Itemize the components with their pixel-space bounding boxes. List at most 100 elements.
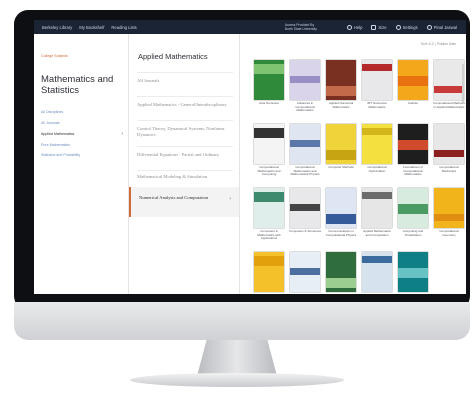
journal-title[interactable]: Computers & Structures: [289, 229, 321, 234]
journal-title[interactable]: Calcolo: [397, 101, 429, 106]
journal-cover-image[interactable]: [398, 60, 428, 100]
journal-cover-image[interactable]: [254, 252, 284, 292]
divider: [137, 96, 233, 97]
journal-grid-panel: Sort: A-Z | Publish Date Acta Numerica Ad…: [240, 34, 466, 294]
journal-card[interactable]: International Journal of Numerical Metho…: [398, 252, 428, 294]
journal-title[interactable]: Acta Numerica: [253, 101, 285, 106]
divider: [137, 170, 233, 171]
sidebar-link-all-disciplines[interactable]: All Disciplines: [41, 110, 63, 114]
size-label: Size: [378, 24, 387, 30]
journal-cover-image[interactable]: [290, 252, 320, 292]
journal-title[interactable]: Computational Geometry: [433, 229, 465, 237]
journal-card[interactable]: Computational Mechanics: [434, 124, 464, 184]
journal-card[interactable]: Computational Optimization: [362, 124, 392, 184]
journal-card[interactable]: Applied Mathematics and Computation: [362, 188, 392, 248]
category-item[interactable]: Control Theory, Dynamical Systems, Nonli…: [137, 126, 229, 138]
journal-title[interactable]: Advances in Computational Mathematics: [289, 101, 321, 113]
sidebar-link-statistics[interactable]: Statistics and Probability: [41, 153, 80, 157]
journal-cover-image[interactable]: [434, 124, 464, 164]
journal-cover-image[interactable]: [254, 188, 284, 228]
divider: [137, 120, 233, 121]
journal-cover-image[interactable]: [326, 188, 356, 228]
journal-cover-image[interactable]: [290, 60, 320, 100]
journal-cover-image[interactable]: [434, 188, 464, 228]
journal-card[interactable]: Computational Geometry: [434, 188, 464, 248]
journal-title[interactable]: Computational Optimization: [361, 165, 393, 173]
journal-cover-image[interactable]: [326, 60, 356, 100]
journal-card[interactable]: Computational Mathematics and Mathematic…: [290, 124, 320, 184]
journal-card[interactable]: BIT Numerical Mathematics: [362, 60, 392, 120]
nav-link-bookshelf[interactable]: My Bookshelf: [79, 25, 104, 30]
journal-card[interactable]: International Journal of Computer Mathem…: [362, 252, 392, 294]
journal-card[interactable]: Computing and Visualization: [398, 188, 428, 248]
journal-cover-image[interactable]: [254, 124, 284, 164]
journal-card[interactable]: Computer Methods: [326, 124, 356, 184]
journal-card[interactable]: Computers & Structures: [289, 188, 321, 248]
journal-title[interactable]: Computing and Visualization: [397, 229, 429, 237]
breadcrumb[interactable]: College Subjects: [41, 54, 68, 58]
journal-card[interactable]: Computers & Mathematics with Application…: [254, 188, 284, 248]
chevron-right-icon: ›: [229, 196, 231, 202]
journal-card[interactable]: Computational Methods in Applied Mathema…: [433, 60, 465, 120]
sidebar-item-label: Applied Mathematics: [41, 132, 75, 136]
journal-title[interactable]: Communications in Computational Physics: [325, 229, 357, 237]
journal-title[interactable]: Computational Mathematics and Computing: [253, 165, 285, 177]
journal-title[interactable]: Applied Numerical Mathematics: [325, 101, 357, 109]
category-column: Applied Mathematics All Journals Applied…: [129, 34, 240, 294]
journal-card[interactable]: Finite Fields and Their Applications: [290, 252, 320, 294]
journal-cover-image[interactable]: [362, 252, 392, 292]
account-button[interactable]: Pinal Jaswal: [426, 24, 457, 30]
journal-title[interactable]: Computational Methods in Applied Mathema…: [433, 101, 465, 109]
journal-grid: Acta Numerica Advances in Computational M…: [254, 60, 465, 294]
nav-link-library[interactable]: Berkeley Library: [42, 25, 72, 30]
cover-accent: [434, 150, 464, 157]
settings-button[interactable]: Settings: [395, 24, 418, 30]
journal-card[interactable]: Mathematics of Computation: [326, 252, 356, 294]
journal-cover-image[interactable]: [326, 124, 356, 164]
journal-card[interactable]: Communications in Computational Physics: [326, 188, 356, 248]
journal-card[interactable]: Foundations of Computational Mathematics: [398, 124, 428, 184]
cover-accent: [362, 256, 392, 263]
journal-card[interactable]: Computational Mathematics and Computing: [254, 124, 284, 184]
journal-cover-image[interactable]: [398, 188, 428, 228]
category-item[interactable]: All Journals: [137, 78, 229, 84]
journal-cover-image[interactable]: [398, 124, 428, 164]
journal-card[interactable]: Acta Numerica: [254, 60, 284, 120]
journal-cover-image[interactable]: [254, 60, 284, 100]
sidebar-link-all-journals[interactable]: All Journals: [41, 121, 60, 125]
journal-cover-image[interactable]: [434, 60, 464, 100]
journal-card[interactable]: Numerische Mathematik: [254, 252, 284, 294]
journal-cover-image[interactable]: [290, 188, 320, 228]
journal-title[interactable]: Computational Mechanics: [433, 165, 465, 173]
journal-card[interactable]: Advances in Computational Mathematics: [290, 60, 320, 120]
journal-cover-image[interactable]: [362, 60, 392, 100]
cover-accent: [434, 214, 464, 221]
category-item-active[interactable]: Numerical Analysis and Computation ›: [129, 187, 239, 217]
sidebar-link-pure-mathematics[interactable]: Pure Mathematics: [41, 143, 70, 147]
journal-title[interactable]: Computer Methods: [325, 165, 357, 170]
sort-control[interactable]: Sort: A-Z | Publish Date: [421, 42, 456, 46]
journal-title[interactable]: Applied Mathematics and Computation: [361, 229, 393, 237]
category-item[interactable]: Applied Mathematics - General/Interdisci…: [137, 102, 229, 108]
divider: [137, 72, 233, 73]
journal-title[interactable]: Computational Mathematics and Mathematic…: [289, 165, 321, 177]
sidebar-item-applied-mathematics[interactable]: Applied Mathematics ›: [41, 131, 123, 137]
journal-cover-image[interactable]: [398, 252, 428, 292]
journal-card[interactable]: Applied Numerical Mathematics: [326, 60, 356, 120]
journal-title[interactable]: Computers & Mathematics with Application…: [253, 229, 285, 241]
category-item[interactable]: Differential Equations - Partial and Ord…: [137, 152, 229, 158]
journal-card[interactable]: Calcolo: [398, 60, 428, 120]
journal-cover-image[interactable]: [362, 124, 392, 164]
journal-cover-image[interactable]: [290, 124, 320, 164]
size-button[interactable]: Size: [371, 24, 387, 30]
category-item[interactable]: Mathematical Modeling & Simulation: [137, 174, 229, 180]
journal-title[interactable]: BIT Numerical Mathematics: [361, 101, 393, 109]
journal-cover-image[interactable]: [362, 188, 392, 228]
nav-link-reading-lists[interactable]: Reading Lists: [111, 25, 136, 30]
cover-accent: [398, 140, 428, 150]
help-button[interactable]: Help: [346, 24, 362, 30]
scrollbar[interactable]: [462, 64, 464, 104]
journal-cover-image[interactable]: [326, 252, 356, 292]
journal-title[interactable]: Foundations of Computational Mathematics: [397, 165, 429, 177]
cover-accent: [326, 86, 356, 96]
